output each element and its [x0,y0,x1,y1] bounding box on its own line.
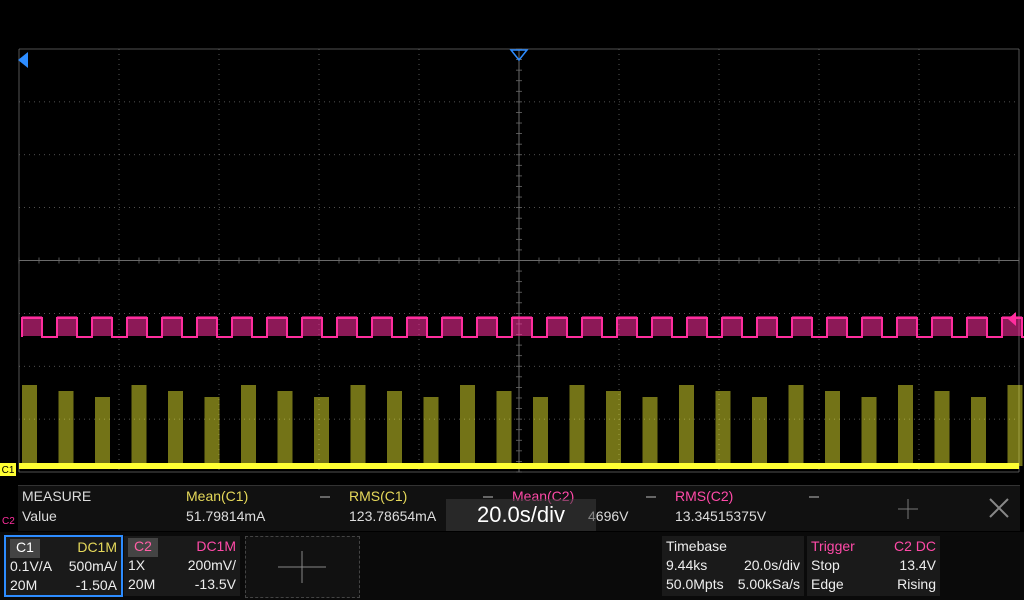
plus-icon [278,551,326,583]
minus-icon[interactable] [646,496,656,498]
ch2-bandwidth: 20M [128,576,156,592]
ch1-marker-label: C1 [2,465,15,476]
measure-header-col: MEASURE Value [18,486,178,531]
measure-title: MEASURE [22,488,92,504]
measure-label: Mean(C1) [186,488,249,504]
ch2-marker-label: C2 [2,516,15,527]
ch1-bandwidth: 20M [10,577,38,593]
measure-value: 51.79814mA [186,508,266,524]
trigger-source: C2 DC [893,538,936,554]
measure-value: 123.78654mA [349,508,437,524]
timebase-points: 50.0Mpts [666,576,724,592]
ch2-coupling: DC1M [196,538,236,554]
trigger-type: Edge [811,576,844,592]
ch1-ground-marker: C1 [0,463,16,476]
ch2-probe: 1X [128,557,146,573]
ch2-name: C2 [128,538,158,557]
measure-label: RMS(C2) [675,488,734,504]
minus-icon[interactable] [320,496,330,498]
trigger-title: Trigger [811,538,855,554]
ch1-scale: 500mA/ [68,558,117,574]
timebase-title: Timebase [666,538,727,554]
ch1-probe: 0.1V/A [10,558,53,574]
timebase-box[interactable]: Timebase 9.44ks 20.0s/div 50.0Mpts 5.00k… [662,536,804,596]
measure-item-mean-c1[interactable]: Mean(C1) 51.79814mA [182,486,342,531]
ch2-offset: -13.5V [194,576,236,592]
ch1-offset: -1.50A [75,577,117,593]
status-bar: C1 DC1M 0.1V/A 500mA/ 20M -1.50A C2 DC1M… [0,532,1024,600]
ch2-scale: 200mV/ [187,557,236,573]
measure-item-rms-c2[interactable]: RMS(C2) 13.34515375V [671,486,831,531]
trigger-mode: Stop [811,557,840,573]
measure-value: 13.34515375V [675,508,767,524]
minus-icon[interactable] [809,496,819,498]
add-channel-button[interactable] [245,536,360,598]
add-measure-icon[interactable] [890,491,926,527]
timebase-rate: 5.00kSa/s [737,576,800,592]
timebase-delay: 9.44ks [666,557,708,573]
timebase-scale: 20.0s/div [743,557,800,573]
measure-label: RMS(C1) [349,488,408,504]
measure-value-label: Value [22,508,57,524]
ch2-waveform [21,316,1024,338]
ch2-settings-box[interactable]: C2 DC1M 1X 200mV/ 20M -13.5V [124,536,240,596]
minus-icon[interactable] [483,496,493,498]
close-icon[interactable] [980,491,1016,527]
ch1-coupling: DC1M [77,539,117,555]
ch2-trigger-level-marker [18,52,28,68]
trigger-level: 13.4V [899,557,936,573]
trigger-slope: Rising [897,576,936,592]
ch1-name: C1 [10,539,40,558]
trigger-box[interactable]: Trigger C2 DC Stop 13.4V Edge Rising [807,536,940,596]
ch1-settings-box[interactable]: C1 DC1M 0.1V/A 500mA/ 20M -1.50A [4,535,123,597]
timebase-toast: 20.0s/div [446,499,596,531]
